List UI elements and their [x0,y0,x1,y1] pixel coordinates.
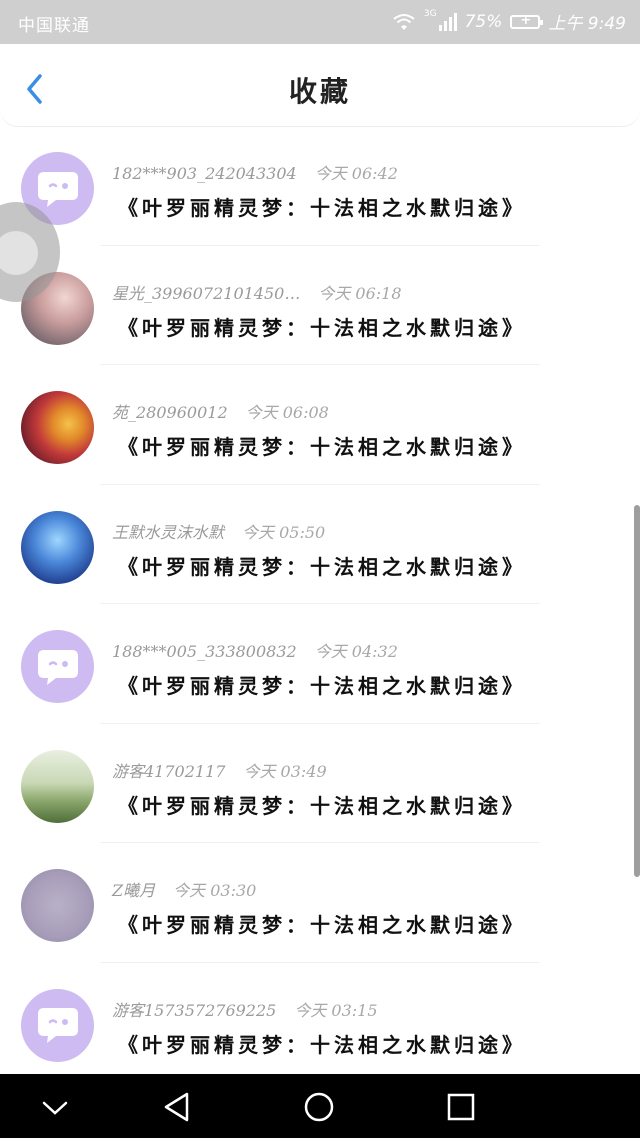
item-meta: 游客41702117 今天 03:49 [112,758,327,782]
timestamp: 今天 05:50 [242,522,326,542]
network-type-label: 3G [423,8,437,19]
timestamp: 今天 06:08 [245,403,329,422]
signal-icon [438,12,457,31]
home-circle-icon[interactable] [302,1090,336,1124]
timestamp: 今天 03:30 [173,881,257,900]
timestamp: 今天 03:15 [294,1000,378,1020]
list-item[interactable]: 游客41702117 今天 03:49 《叶罗丽精灵梦：十法相之水默归途》 [0,724,640,843]
carrier-label: 中国联通 [18,16,90,36]
item-meta: 游客1573572769225 今天 03:15 [112,997,378,1021]
chat-bubble-icon [37,649,78,685]
username: 苑_280960012 [112,403,228,422]
avatar[interactable] [21,510,94,584]
page-title: 收藏 [288,75,351,108]
floating-assistive-inner [0,231,38,275]
app-header: 收藏 [0,44,640,127]
list-item[interactable]: 王默水灵沫水默 今天 05:50 《叶罗丽精灵梦：十法相之水默归途》 [0,485,640,604]
list-item[interactable]: 182***903_242043304 今天 06:42 《叶罗丽精灵梦：十法相之水… [0,126,640,246]
scrollbar[interactable] [634,505,640,877]
username: 游客41702117 [112,761,226,781]
list-item[interactable]: 星光_3996072101450… 今天 06:18 《叶罗丽精灵梦：十法相之水默归… [0,246,640,365]
list-item[interactable]: 游客1573572769225 今天 03:15 《叶罗丽精灵梦：十法相之水默归途》 [0,963,640,1075]
avatar[interactable] [21,391,94,464]
avatar[interactable] [21,630,94,703]
book-title[interactable]: 《叶罗丽精灵梦：十法相之水默归途》 [118,909,526,938]
recents-square-icon[interactable] [444,1090,478,1124]
battery-icon: + [510,13,544,29]
favorites-list: 182***903_242043304 今天 06:42 《叶罗丽精灵梦：十法相之水… [0,126,640,1074]
item-meta: 星光_3996072101450… 今天 06:18 [112,280,402,304]
username: 星光_3996072101450… [112,283,301,303]
timestamp: 今天 06:18 [318,283,402,303]
book-title[interactable]: 《叶罗丽精灵梦：十法相之水默归途》 [118,670,526,699]
item-meta: Z曦月 今天 03:30 [112,877,256,901]
book-title[interactable]: 《叶罗丽精灵梦：十法相之水默归途》 [118,192,526,221]
timestamp: 今天 06:42 [314,164,398,183]
clock: 上午 9:49 [548,14,626,34]
username: 王默水灵沫水默 [112,522,225,542]
item-meta: 182***903_242043304 今天 06:42 [112,160,398,184]
timestamp: 今天 04:32 [314,642,398,661]
item-meta: 王默水灵沫水默 今天 05:50 [112,519,325,543]
username: Z曦月 [112,881,156,900]
item-meta: 188***005_333800832 今天 04:32 [112,638,398,662]
username: 188***005_333800832 [112,642,297,661]
avatar[interactable] [21,749,94,823]
book-title[interactable]: 《叶罗丽精灵梦：十法相之水默归途》 [118,551,526,580]
list-item[interactable]: 188***005_333800832 今天 04:32 《叶罗丽精灵梦：十法相之水… [0,604,640,724]
item-meta: 苑_280960012 今天 06:08 [112,399,329,423]
chat-bubble-icon [37,1008,78,1043]
book-title[interactable]: 《叶罗丽精灵梦：十法相之水默归途》 [118,790,526,819]
timestamp: 今天 03:49 [243,761,327,781]
avatar[interactable] [21,988,94,1062]
wifi-icon [393,13,415,30]
list-item[interactable]: Z曦月 今天 03:30 《叶罗丽精灵梦：十法相之水默归途》 [0,843,640,963]
avatar[interactable] [21,869,94,942]
system-nav-bar [0,1074,640,1138]
book-title[interactable]: 《叶罗丽精灵梦：十法相之水默归途》 [118,431,526,460]
list-item[interactable]: 苑_280960012 今天 06:08 《叶罗丽精灵梦：十法相之水默归途》 [0,365,640,485]
battery-percent: 75% [464,11,503,32]
chevron-down-icon[interactable] [38,1090,72,1124]
username: 182***903_242043304 [112,164,297,183]
book-title[interactable]: 《叶罗丽精灵梦：十法相之水默归途》 [118,312,526,341]
chat-bubble-icon [37,171,78,207]
book-title[interactable]: 《叶罗丽精灵梦：十法相之水默归途》 [118,1029,526,1058]
username: 游客1573572769225 [112,1000,277,1020]
status-bar: 中国联通 3G 75% + 上午 9:49 [0,0,640,44]
back-triangle-icon[interactable] [160,1090,194,1124]
status-icons: 3G 75% + 上午 9:49 [392,9,626,34]
